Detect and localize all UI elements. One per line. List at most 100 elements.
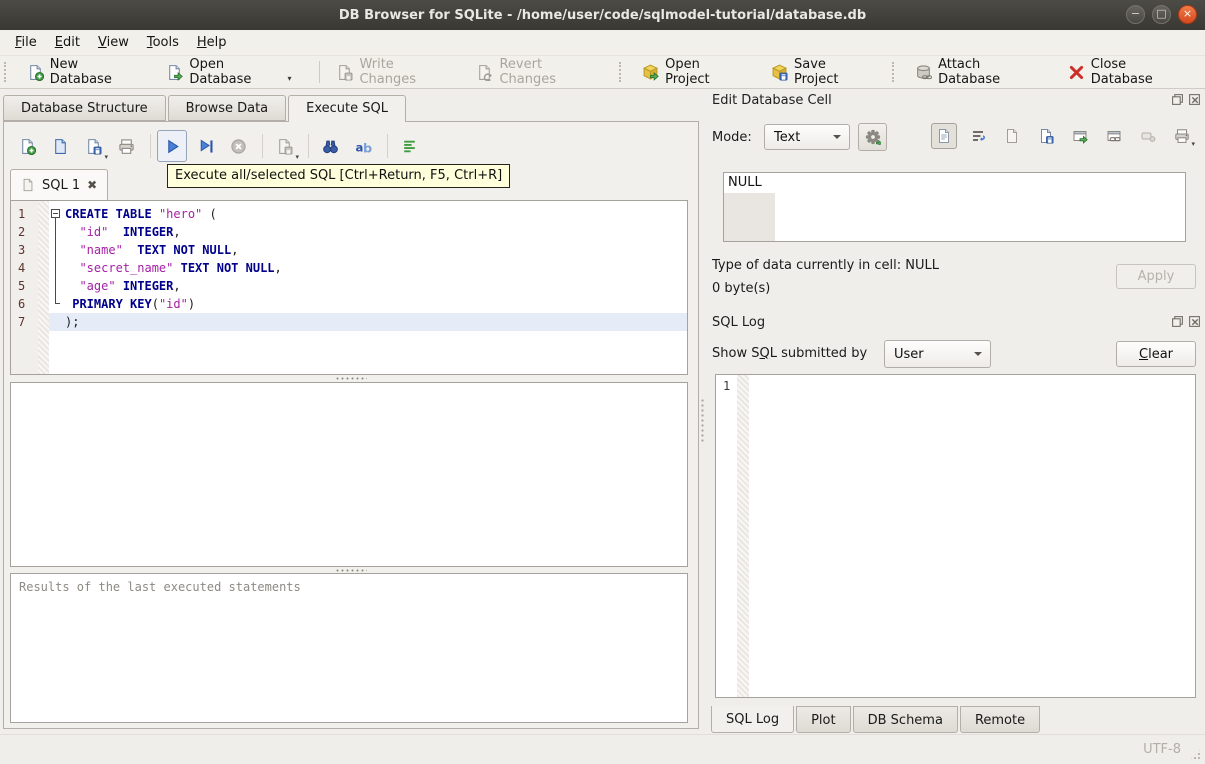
cell-editor-title: Edit Database Cell [712,93,832,108]
close-database-button[interactable]: Close Database [1059,53,1195,91]
dock-tab-remote[interactable]: Remote [959,706,1041,733]
sql-tab-label: SQL 1 [42,177,81,193]
text-mode-button[interactable] [931,123,957,149]
menu-help[interactable]: Help [188,32,236,53]
execute-all-button[interactable] [157,130,187,162]
menu-tools[interactable]: Tools [138,32,188,53]
line-number: 1 [18,207,26,221]
open-project-icon [642,64,659,81]
execute-sql-panel: ▾ ▾ Execute all/selected SQL [Ctrl+Retur… [3,121,699,729]
copy-link-button[interactable] [1101,123,1127,149]
sql-toolbar-separator [262,134,263,158]
write-changes-button[interactable]: Write Changes [327,53,457,91]
menu-file[interactable]: File [6,32,46,53]
toolbar-drag-handle[interactable] [619,62,625,82]
open-sql-file-button[interactable] [45,130,75,162]
menu-edit[interactable]: Edit [46,32,89,53]
replace-icon [355,138,372,155]
menu-view[interactable]: View [89,32,138,53]
set-null-button[interactable] [1135,123,1161,149]
tab-browse-data[interactable]: Browse Data [167,95,287,121]
clear-log-button[interactable]: Clear [1116,341,1196,367]
revert-changes-button[interactable]: Revert Changes [467,53,605,91]
sql-toolbar-separator [150,134,151,158]
fold-marker-icon [49,259,65,277]
open-database-button[interactable]: Open Database ▾ [157,53,300,91]
save-sql-dropdown-caret[interactable]: ▾ [104,153,108,161]
save-results-button[interactable]: ▾ [269,130,299,162]
import-data-button[interactable]: ▾ [999,123,1195,149]
toolbar-drag-handle[interactable] [4,62,10,82]
save-sql-file-button[interactable]: ▾ [78,130,108,162]
write-changes-icon [336,64,353,81]
import-dropdown-caret[interactable]: ▾ [1191,140,1195,148]
word-wrap-button[interactable] [965,123,991,149]
open-project-button[interactable]: Open Project [633,53,752,91]
find-button[interactable] [315,130,345,162]
save-project-button[interactable]: Save Project [762,53,878,91]
minimize-button[interactable]: − [1126,5,1145,24]
sql-log-output[interactable]: 1 [715,374,1196,698]
stop-button[interactable] [223,130,253,162]
open-sql-tab-button[interactable] [12,130,42,162]
close-database-icon [1068,64,1085,81]
tab-execute-sql[interactable]: Execute SQL [288,95,407,122]
dock-float-icon[interactable] [1171,315,1184,328]
tab-database-structure[interactable]: Database Structure [3,95,166,121]
print-sql-button[interactable] [111,130,141,162]
maximize-button[interactable]: □ [1152,5,1171,24]
export-data-button[interactable] [1033,123,1059,149]
new-database-button[interactable]: New Database [18,53,148,91]
sql-toolbar-separator [387,134,388,158]
line-number: 4 [18,261,26,275]
cell-editor-margin [724,193,775,241]
cell-value-editor[interactable]: NULL [723,172,1186,242]
main-tabbar: Database Structure Browse Data Execute S… [3,95,408,122]
vertical-splitter-handle[interactable] [700,398,705,442]
sql-editor-tab[interactable]: SQL 1 ✖ [10,169,109,200]
resize-grip[interactable] [1189,748,1202,761]
open-database-dropdown-caret[interactable]: ▾ [288,74,292,83]
mode-combobox[interactable]: Text [764,124,850,150]
dock-close-icon[interactable] [1188,315,1201,328]
dock-tab-sql-log[interactable]: SQL Log [711,706,795,733]
fold-marker-icon [49,241,65,259]
main-toolbar: New Database Open Database ▾ Write Chang… [0,56,1205,89]
auto-apply-button[interactable] [858,123,887,151]
new-database-icon [27,64,44,81]
format-sql-button[interactable] [394,130,424,162]
dock-close-icon[interactable] [1188,93,1201,106]
dock-float-icon[interactable] [1171,93,1184,106]
save-results-icon [276,138,293,155]
dock-tab-plot[interactable]: Plot [796,706,851,733]
code-line: CREATE TABLE "hero" ( [49,205,687,223]
execute-line-button[interactable] [190,130,220,162]
results-table-pane[interactable] [10,382,688,567]
replace-button[interactable] [348,130,378,162]
fold-marker-icon[interactable] [49,205,65,223]
sql-log-filter-combobox[interactable]: User [884,340,991,368]
save-results-dropdown-caret[interactable]: ▾ [295,153,299,161]
text-document-icon [936,128,952,144]
apply-button[interactable]: Apply [1116,264,1196,289]
attach-database-button[interactable]: Attach Database [906,53,1049,91]
splitter-handle[interactable] [4,375,698,381]
dock-tab-db-schema[interactable]: DB Schema [852,706,958,733]
open-sql-tab-icon [19,138,36,155]
sql-tab-close-icon[interactable]: ✖ [87,178,97,192]
open-in-external-button[interactable] [1067,123,1093,149]
right-panel: Edit Database Cell Mode: Text ▾ NULL Typ… [706,88,1205,735]
close-button[interactable]: × [1178,5,1197,24]
splitter-dots-icon [335,568,367,572]
editor-code-area[interactable]: CREATE TABLE "hero" ( "id" INTEGER, "nam… [49,201,687,374]
sql-editor[interactable]: 1 2 3 4 5 6 7 CREATE TABLE "hero" ( "id" INTEG… [10,200,688,375]
results-message-pane[interactable]: Results of the last executed statements [10,573,688,723]
statusbar: UTF-8 [0,734,1205,764]
format-sql-icon [401,138,418,155]
encoding-label: UTF-8 [1143,742,1181,757]
toolbar-drag-handle[interactable] [892,62,898,82]
tooltip: Execute all/selected SQL [Ctrl+Return, F… [167,164,511,188]
revert-changes-icon [476,64,493,81]
print-icon [118,138,135,155]
import-document-icon [1004,128,1020,144]
